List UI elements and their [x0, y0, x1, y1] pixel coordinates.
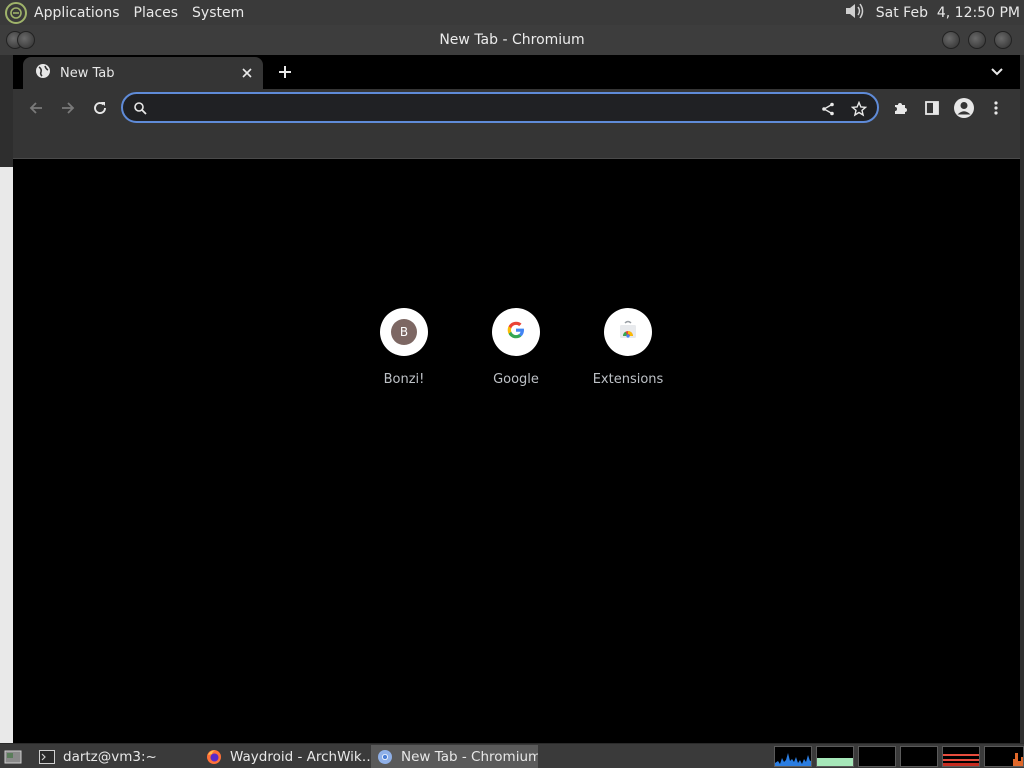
- task-label: New Tab - Chromium: [401, 748, 538, 765]
- show-desktop-icon: [4, 749, 22, 765]
- profile-avatar-icon[interactable]: [953, 97, 975, 119]
- window-titlebar[interactable]: New Tab - Chromium: [0, 25, 1024, 55]
- shortcut-label: Extensions: [592, 372, 664, 387]
- shortcut-google[interactable]: Google: [471, 308, 561, 387]
- tab-strip: New Tab: [13, 55, 1020, 89]
- task-firefox[interactable]: Waydroid - ArchWik…: [200, 745, 370, 768]
- search-icon: [133, 100, 147, 119]
- new-tab-page: B Bonzi! Google Extensions: [13, 160, 1020, 743]
- desktop-edge: [0, 167, 13, 743]
- star-icon[interactable]: [850, 100, 868, 118]
- shortcut-label: Bonzi!: [383, 372, 425, 387]
- window-title: New Tab - Chromium: [439, 32, 585, 48]
- browser-toolbar: [13, 89, 1020, 127]
- network-monitor-graph[interactable]: [858, 746, 896, 767]
- task-chromium[interactable]: New Tab - Chromium: [371, 745, 538, 768]
- back-button[interactable]: [25, 97, 47, 119]
- browser: New Tab B Bonzi! Google Extensions: [13, 55, 1020, 743]
- chromium-icon: [377, 749, 393, 765]
- letter-avatar-icon: B: [391, 319, 417, 345]
- terminal-icon: [39, 749, 55, 764]
- reload-button[interactable]: [89, 97, 111, 119]
- show-desktop-button[interactable]: [2, 745, 26, 768]
- close-window-button[interactable]: [994, 31, 1012, 49]
- address-input[interactable]: [153, 97, 803, 118]
- swap-monitor-graph[interactable]: [900, 746, 938, 767]
- bottom-panel: dartz@vm3:~ Waydroid - ArchWik… New Tab …: [0, 743, 1024, 768]
- tab-title: New Tab: [60, 65, 115, 81]
- top-panel: Applications Places System Sat Feb 4, 12…: [0, 0, 1024, 25]
- google-g-icon: [506, 320, 526, 344]
- memory-monitor-graph[interactable]: [816, 746, 854, 767]
- cpu-monitor-graph[interactable]: [774, 746, 812, 767]
- system-menu[interactable]: System: [192, 5, 244, 21]
- disk-monitor-graph[interactable]: [984, 746, 1024, 767]
- maximize-button[interactable]: [968, 31, 986, 49]
- applications-menu[interactable]: Applications: [34, 5, 120, 21]
- shortcut-bonzi-tile[interactable]: B: [380, 308, 428, 356]
- chromium-window: New Tab - Chromium New Tab B Bonzi! Goog…: [0, 25, 1024, 743]
- chevron-down-icon[interactable]: [988, 64, 1006, 80]
- side-panel-icon[interactable]: [921, 97, 943, 119]
- task-label: Waydroid - ArchWik…: [230, 748, 370, 765]
- firefox-icon: [206, 749, 222, 765]
- close-icon[interactable]: [240, 66, 254, 80]
- shortcut-google-tile[interactable]: [492, 308, 540, 356]
- minimize-button[interactable]: [942, 31, 960, 49]
- forward-button[interactable]: [57, 97, 79, 119]
- load-monitor-graph[interactable]: [942, 746, 980, 767]
- globe-icon: [35, 63, 51, 83]
- places-menu[interactable]: Places: [134, 5, 179, 21]
- extensions-puzzle-icon[interactable]: [889, 97, 911, 119]
- shortcut-label: Google: [493, 372, 539, 387]
- tab-new-tab[interactable]: New Tab: [23, 57, 263, 89]
- clock[interactable]: Sat Feb 4, 12:50 PM: [876, 5, 1020, 21]
- share-icon[interactable]: [819, 100, 837, 118]
- shortcut-extensions[interactable]: Extensions: [583, 308, 673, 387]
- volume-icon[interactable]: [844, 1, 866, 25]
- task-terminal[interactable]: dartz@vm3:~: [33, 745, 201, 768]
- new-tab-button[interactable]: [275, 62, 295, 82]
- omnibox[interactable]: [121, 92, 879, 123]
- shortcut-extensions-tile[interactable]: [604, 308, 652, 356]
- distro-logo-icon[interactable]: [5, 1, 27, 24]
- task-label: dartz@vm3:~: [63, 748, 157, 765]
- chrome-web-store-icon: [618, 320, 638, 344]
- more-menu-icon[interactable]: [985, 97, 1007, 119]
- bookmarks-bar: [13, 127, 1020, 159]
- shortcut-bonzi[interactable]: B Bonzi!: [359, 308, 449, 387]
